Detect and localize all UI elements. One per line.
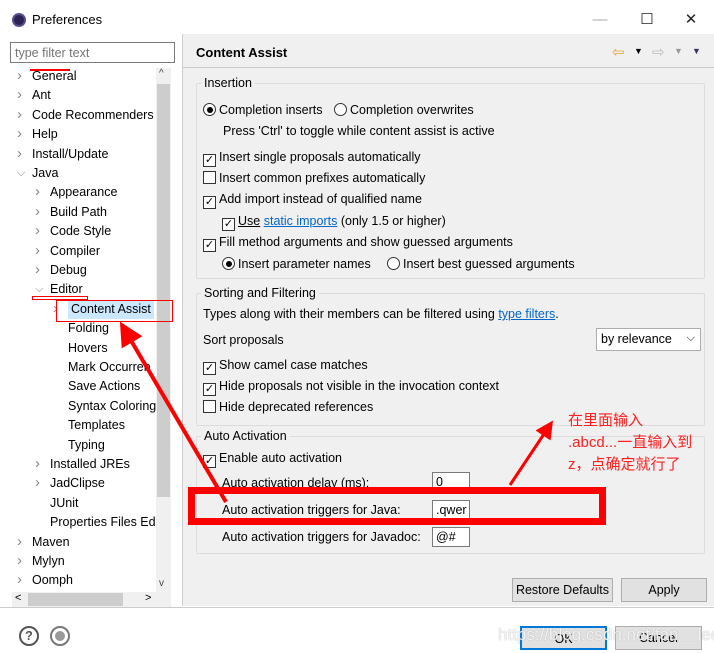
annotation-line-1: 在里面输入 (568, 412, 644, 429)
annotation-line-3: z，点确定就行了 (568, 456, 681, 473)
annotation-note: 在里面输入 .abcd...一直输入到 z，点确定就行了 (568, 410, 692, 476)
arrow-to-note (508, 420, 553, 486)
annotation-arrows (119, 321, 553, 504)
annotation-line-2: .abcd...一直输入到 (568, 434, 693, 451)
arrow-to-tree (119, 321, 228, 504)
